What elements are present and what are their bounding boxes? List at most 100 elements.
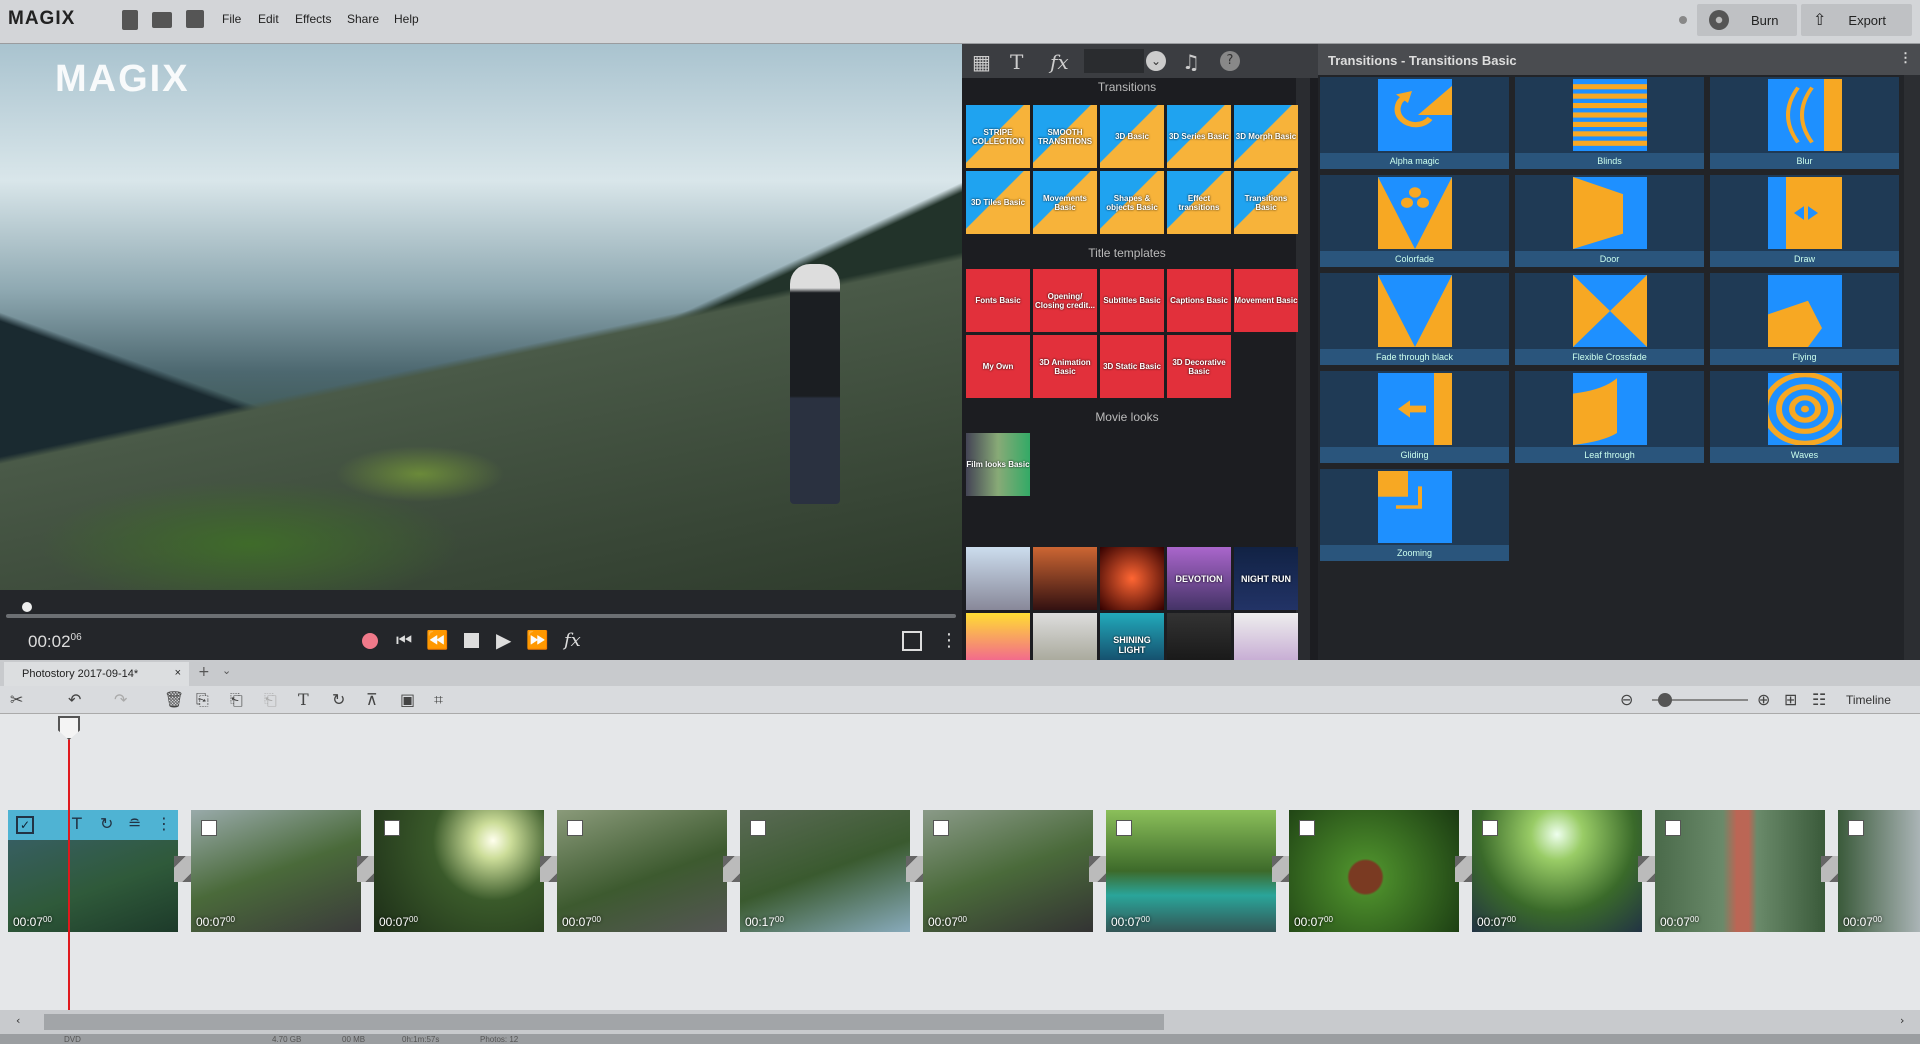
transition-category-tile[interactable]: 3D Morph Basic: [1234, 105, 1298, 168]
timeline[interactable]: ✓ T ↻ ≘ ⋮ 00:0700 00:0700 00:0700 00:0700 00:1700…: [0, 714, 1920, 1012]
zoom-in-icon[interactable]: ⊕: [1757, 690, 1770, 709]
record-button[interactable]: [362, 633, 378, 649]
zoom-out-icon[interactable]: ⊖: [1620, 690, 1633, 709]
clip-checkbox[interactable]: [1848, 820, 1864, 836]
transition-tile-blur[interactable]: Blur: [1710, 77, 1899, 169]
clip-checkbox[interactable]: [384, 820, 400, 836]
music-tile[interactable]: [1033, 547, 1097, 610]
timeline-clip[interactable]: 00:0700: [1106, 810, 1276, 932]
transition-tile-door[interactable]: Door: [1515, 175, 1704, 267]
video-preview[interactable]: MAGIX: [0, 44, 962, 590]
title-icon[interactable]: T: [72, 814, 82, 833]
rotate-icon[interactable]: ↻: [100, 814, 113, 833]
save-icon[interactable]: [186, 10, 204, 28]
panel-menu-icon[interactable]: ⋮: [1899, 50, 1912, 66]
checked-checkbox[interactable]: ✓: [16, 816, 34, 834]
zoom-slider-handle[interactable]: [1658, 693, 1672, 707]
clip-checkbox[interactable]: [567, 820, 583, 836]
menu-edit[interactable]: Edit: [258, 12, 279, 26]
timeline-clip[interactable]: 00:0700: [374, 810, 544, 932]
transition-tile-gliding[interactable]: Gliding: [1320, 371, 1509, 463]
title-template-tile[interactable]: Movement Basic: [1234, 269, 1298, 332]
scroll-left-icon[interactable]: ‹: [16, 1014, 20, 1027]
transition-tile-waves[interactable]: Waves: [1710, 371, 1899, 463]
transition-category-tile[interactable]: STRIPE COLLECTION: [966, 105, 1030, 168]
add-tab-button[interactable]: +: [198, 664, 210, 680]
timeline-clip[interactable]: ✓ T ↻ ≘ ⋮ 00:0700: [8, 810, 178, 932]
preview-scrubber[interactable]: [0, 590, 962, 622]
burn-button[interactable]: Burn: [1697, 4, 1797, 36]
timeline-clip[interactable]: 00:0700: [1289, 810, 1459, 932]
help-icon[interactable]: ?: [1220, 51, 1240, 71]
fx-icon[interactable]: fx: [1050, 50, 1069, 74]
title-template-tile[interactable]: Subtitles Basic: [1100, 269, 1164, 332]
timeline-clip[interactable]: 00:0700: [1838, 810, 1920, 932]
fx-button[interactable]: fx: [564, 630, 581, 651]
more-options-button[interactable]: ⋮: [940, 630, 958, 651]
tab-list-chevron-icon[interactable]: ⌄: [222, 664, 231, 677]
menu-share[interactable]: Share: [347, 12, 379, 26]
scrollbar-thumb[interactable]: [44, 1014, 1164, 1030]
playhead[interactable]: [68, 722, 70, 1012]
transition-tile-colorfade[interactable]: Colorfade: [1320, 175, 1509, 267]
open-folder-icon[interactable]: [152, 12, 172, 28]
category-select[interactable]: [1084, 49, 1144, 73]
transition-category-tile[interactable]: Effect transitions: [1167, 171, 1231, 234]
transition-tile-blinds[interactable]: Blinds: [1515, 77, 1704, 169]
transition-category-tile[interactable]: 3D Series Basic: [1167, 105, 1231, 168]
menu-effects[interactable]: Effects: [295, 12, 331, 26]
export-button[interactable]: ⇧ Export: [1801, 4, 1912, 36]
text-icon[interactable]: T: [1010, 50, 1023, 74]
timeline-clip[interactable]: 00:0700: [1655, 810, 1825, 932]
undo-icon[interactable]: ↶: [68, 690, 81, 709]
title-template-tile[interactable]: Opening/ Closing credit...: [1033, 269, 1097, 332]
media-pool-scrollbar[interactable]: [1296, 78, 1310, 660]
playhead-handle[interactable]: [58, 716, 80, 740]
rotate-icon[interactable]: ↻: [332, 690, 345, 709]
panel-scrollbar[interactable]: [1904, 75, 1920, 660]
title-template-tile[interactable]: Captions Basic: [1167, 269, 1231, 332]
fullscreen-button[interactable]: [902, 631, 922, 651]
clip-checkbox[interactable]: [201, 820, 217, 836]
title-icon[interactable]: T: [298, 690, 309, 709]
transition-category-tile[interactable]: 3D Tiles Basic: [966, 171, 1030, 234]
play-button[interactable]: ▶: [496, 628, 511, 652]
title-template-tile[interactable]: 3D Static Basic: [1100, 335, 1164, 398]
more-icon[interactable]: ⋮: [156, 814, 172, 833]
storyboard-icon[interactable]: ☷: [1812, 690, 1826, 709]
music-tile[interactable]: DEVOTION: [1167, 547, 1231, 610]
stabilize-icon[interactable]: ⌗: [434, 690, 443, 710]
scroll-right-icon[interactable]: ›: [1900, 1014, 1904, 1027]
transition-tile-zoom[interactable]: Zooming: [1320, 469, 1509, 561]
transition-tile-leaf[interactable]: Leaf through: [1515, 371, 1704, 463]
skip-start-button[interactable]: ⏮: [396, 630, 412, 651]
fit-icon[interactable]: ▣: [400, 690, 415, 709]
title-template-tile[interactable]: 3D Decorative Basic: [1167, 335, 1231, 398]
timeline-clip[interactable]: 00:0700: [191, 810, 361, 932]
title-template-tile[interactable]: Fonts Basic: [966, 269, 1030, 332]
clip-checkbox[interactable]: [933, 820, 949, 836]
delete-icon[interactable]: 🗑: [164, 690, 184, 709]
stop-button[interactable]: [464, 633, 479, 648]
clip-checkbox[interactable]: [1116, 820, 1132, 836]
timeline-clip[interactable]: 00:1700: [740, 810, 910, 932]
close-tab-icon[interactable]: ×: [175, 667, 181, 679]
clip-checkbox[interactable]: [1299, 820, 1315, 836]
copy-icon[interactable]: ⎘: [196, 690, 209, 710]
music-icon[interactable]: ♫: [1182, 50, 1200, 74]
paste-icon[interactable]: ⎗: [230, 690, 243, 710]
project-tab[interactable]: Photostory 2017-09-14* ×: [4, 662, 189, 686]
transition-tile-fade[interactable]: Fade through black: [1320, 273, 1509, 365]
split-icon[interactable]: ⊼: [366, 690, 378, 709]
movie-look-tile[interactable]: Film looks Basic: [966, 433, 1030, 496]
timeline-clip[interactable]: 00:0700: [923, 810, 1093, 932]
transition-tile-alpha[interactable]: Alpha magic: [1320, 77, 1509, 169]
transition-category-tile[interactable]: SMOOTH TRANSITIONS: [1033, 105, 1097, 168]
grid-icon[interactable]: ▦: [972, 50, 991, 74]
music-tile[interactable]: NIGHT RUN: [1234, 547, 1298, 610]
transition-tile-draw[interactable]: Draw: [1710, 175, 1899, 267]
clip-checkbox[interactable]: [1482, 820, 1498, 836]
timeline-clip[interactable]: 00:0700: [557, 810, 727, 932]
transition-category-tile[interactable]: 3D Basic: [1100, 105, 1164, 168]
clip-checkbox[interactable]: [750, 820, 766, 836]
